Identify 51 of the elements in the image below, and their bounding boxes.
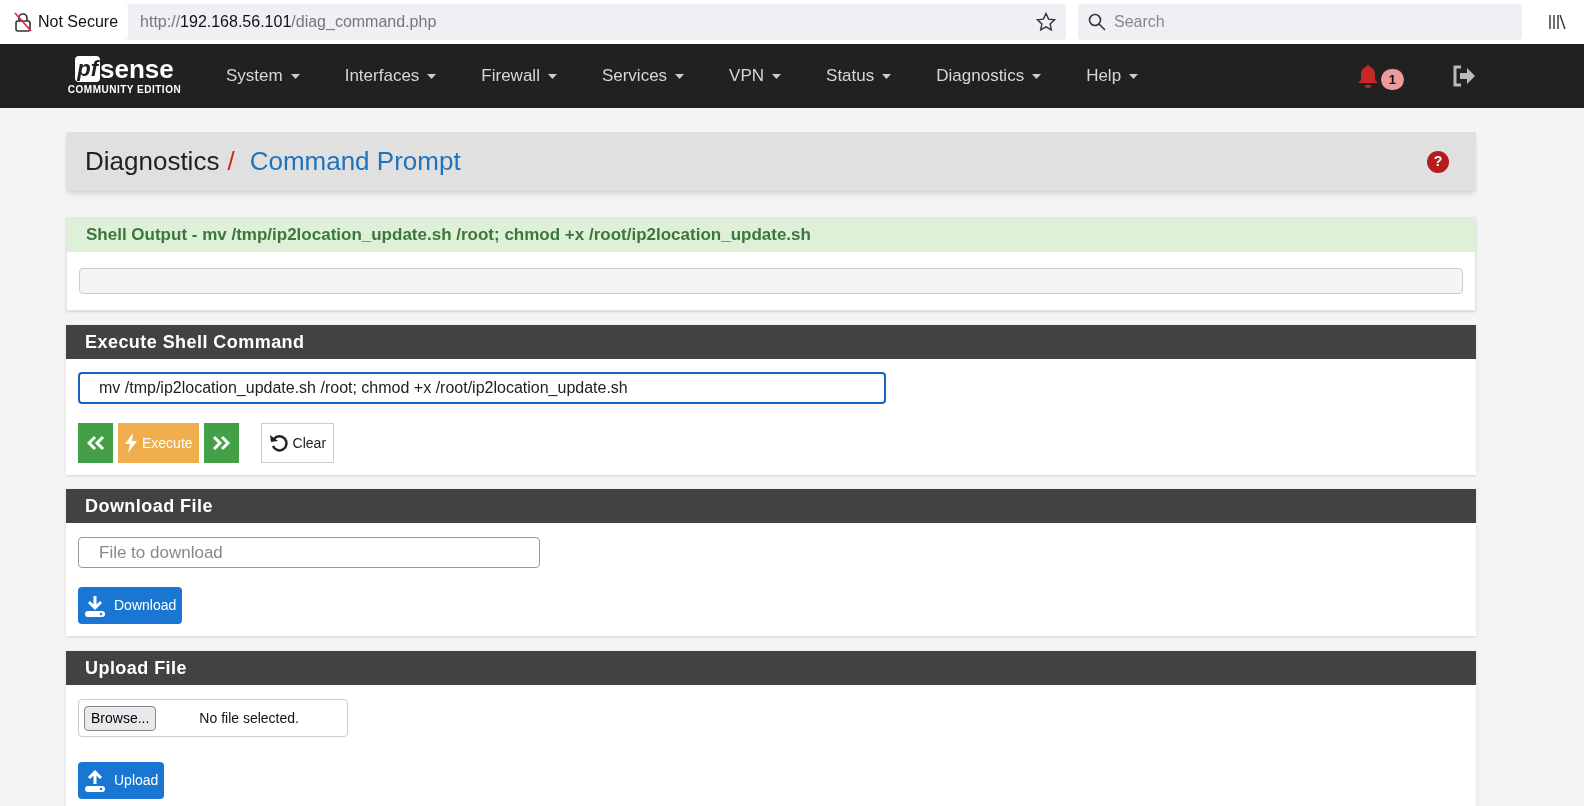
output-panel-header: Shell Output - mv /tmp/ip2location_update.sh /root; chmod +x /root/ip2location_update.sh [67, 218, 1475, 252]
previous-command-button[interactable] [78, 423, 113, 463]
notification-badge: 1 [1380, 68, 1404, 90]
caret-icon [1129, 73, 1139, 79]
nav-menu-item[interactable]: Interfaces [344, 63, 437, 89]
next-command-button[interactable] [203, 423, 239, 463]
double-chevron-right-icon [212, 435, 231, 451]
caret-icon [772, 73, 782, 79]
lightning-icon [124, 433, 138, 453]
security-indicator[interactable]: Not Secure [4, 4, 129, 40]
upload-button[interactable]: Upload [78, 762, 165, 799]
nav-menu-item[interactable]: VPN [729, 63, 782, 89]
logout-icon[interactable] [1452, 65, 1476, 87]
breadcrumb-separator: / [227, 145, 235, 178]
download-icon [84, 593, 106, 618]
command-input[interactable]: mv /tmp/ip2location_update.sh /root; chmod +x /root/ip2location_update.sh [78, 372, 886, 404]
help-icon[interactable]: ? [1427, 150, 1449, 173]
nav-menu-item[interactable]: Services [601, 63, 685, 89]
file-picker[interactable]: Browse... No file selected. [78, 699, 348, 737]
nav-menu-item[interactable]: Firewall [481, 63, 557, 89]
caret-icon [427, 73, 437, 79]
caret-icon [1032, 73, 1042, 79]
panel-header: Execute Shell Command [66, 325, 1476, 359]
logo[interactable]: pfsense COMMUNITY EDITION [59, 55, 190, 97]
breadcrumb-page-link[interactable]: Command Prompt [249, 142, 461, 181]
nav-menu-item[interactable]: System [226, 63, 300, 89]
caret-icon [290, 73, 300, 79]
bell-icon[interactable] [1356, 64, 1379, 88]
caret-icon [882, 73, 892, 79]
url-text: http://192.168.56.101/diag_command.php [140, 12, 438, 32]
crossed-lock-icon [14, 12, 32, 32]
library-icon[interactable] [1548, 14, 1566, 30]
download-button[interactable]: Download [78, 587, 183, 624]
caret-icon [675, 73, 685, 79]
nav-menu-item[interactable]: Status [826, 63, 892, 89]
undo-icon [268, 433, 289, 453]
address-bar[interactable]: Not Secure http://192.168.56.101/diag_command.php [4, 4, 1066, 40]
search-icon [1088, 13, 1106, 31]
breadcrumb-section: Diagnostics [85, 142, 220, 181]
browse-button[interactable]: Browse... [84, 705, 157, 731]
clear-button[interactable]: Clear [260, 423, 335, 463]
file-status: No file selected. [199, 708, 299, 728]
nav-menu-item[interactable]: Help [1086, 63, 1139, 89]
panel-header: Download File [66, 489, 1476, 523]
caret-icon [547, 73, 557, 79]
download-file-input[interactable]: File to download [78, 537, 540, 568]
upload-icon [84, 768, 106, 793]
bookmark-star-icon[interactable] [1036, 12, 1056, 32]
panel-header: Upload File [66, 651, 1476, 685]
nav-menu-item[interactable]: Diagnostics [936, 63, 1042, 89]
double-chevron-left-icon [86, 435, 105, 451]
